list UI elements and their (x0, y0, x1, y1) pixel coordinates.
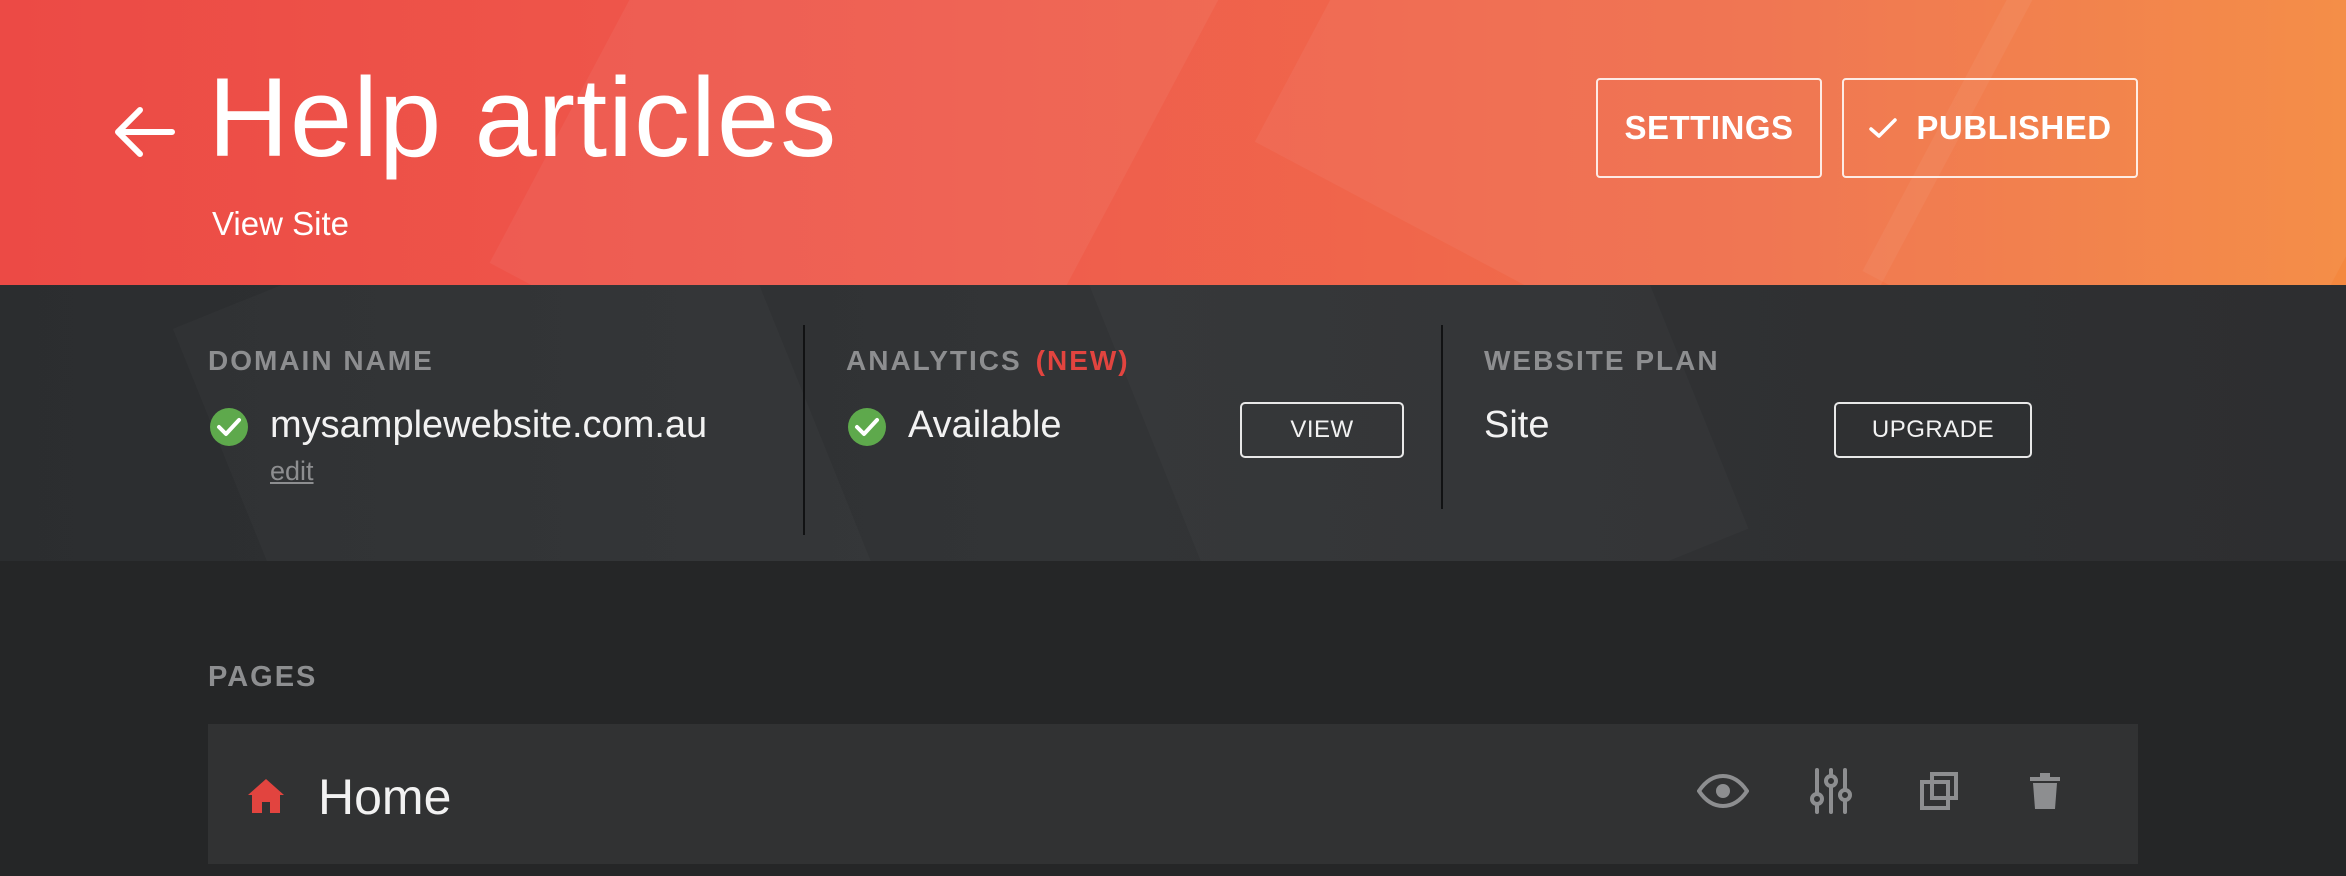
analytics-label: ANALYTICS (NEW) (846, 345, 1130, 377)
trash-icon[interactable] (2018, 764, 2072, 818)
pages-section: PAGES Home (0, 561, 2346, 876)
domain-name-label: DOMAIN NAME (208, 345, 434, 376)
domain-edit-link[interactable]: edit (270, 456, 314, 487)
website-plan-value: Site (1484, 404, 1550, 446)
duplicate-icon[interactable] (1912, 764, 1966, 818)
published-button[interactable]: PUBLISHED (1842, 78, 2138, 178)
page-row[interactable]: Home (208, 724, 2138, 864)
published-button-label: PUBLISHED (1916, 109, 2112, 146)
check-circle-icon (209, 407, 249, 447)
page-title: Help articles (208, 55, 838, 180)
view-site-link[interactable]: View Site (212, 205, 349, 243)
home-icon (246, 776, 286, 816)
back-arrow-icon[interactable] (112, 104, 176, 160)
settings-button[interactable]: SETTINGS (1596, 78, 1822, 178)
check-circle-icon (847, 407, 887, 447)
analytics-label-text: ANALYTICS (846, 345, 1022, 376)
domain-name-value: mysamplewebsite.com.au (270, 404, 708, 446)
website-plan-label: WEBSITE PLAN (1484, 345, 1720, 376)
section-divider (803, 325, 805, 535)
sliders-icon[interactable] (1804, 764, 1858, 818)
page-name[interactable]: Home (318, 768, 451, 826)
upgrade-button[interactable]: UPGRADE (1834, 402, 2032, 458)
section-divider (1441, 325, 1443, 509)
view-button-label: VIEW (1290, 416, 1354, 443)
site-header: Help articles View Site SETTINGS PUBLISH… (0, 0, 2346, 285)
new-badge: (NEW) (1035, 345, 1130, 376)
site-info-bar: DOMAIN NAME mysamplewebsite.com.au edit … (0, 285, 2346, 561)
settings-button-label: SETTINGS (1624, 109, 1794, 146)
check-icon (1868, 116, 1898, 140)
analytics-view-button[interactable]: VIEW (1240, 402, 1404, 458)
upgrade-button-label: UPGRADE (1871, 416, 1995, 443)
infobar-decoration (1072, 285, 1749, 561)
analytics-status: Available (908, 404, 1062, 446)
pages-label: PAGES (208, 661, 318, 693)
eye-icon[interactable] (1696, 764, 1750, 818)
